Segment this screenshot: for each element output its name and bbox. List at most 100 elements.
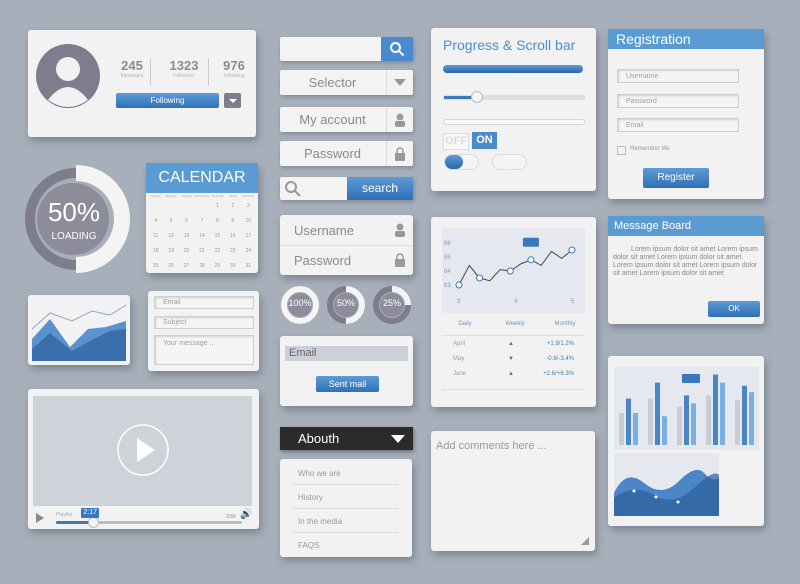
- following-button[interactable]: Following: [116, 93, 219, 108]
- calendar-day[interactable]: 2: [225, 203, 240, 209]
- about-menu-list: Who we are History In the media FAQS: [280, 459, 412, 557]
- weekday-label: Thursday: [211, 194, 224, 198]
- search-field-2[interactable]: search: [280, 177, 413, 200]
- contact-message-textarea[interactable]: Your message ...: [154, 335, 254, 365]
- slider-track[interactable]: [443, 95, 585, 100]
- mail-email-input[interactable]: Email: [285, 346, 408, 361]
- line-point[interactable]: [527, 256, 535, 264]
- calendar-day[interactable]: 15: [210, 233, 225, 239]
- calendar-day[interactable]: 21: [194, 248, 209, 254]
- contact-subject-input[interactable]: Subject: [154, 316, 254, 329]
- line-point[interactable]: [506, 267, 514, 275]
- calendar-day[interactable]: 12: [163, 233, 178, 239]
- line-point[interactable]: [568, 246, 576, 254]
- trend-up-icon: ▲: [508, 341, 514, 347]
- scrollbar-track[interactable]: [443, 119, 585, 125]
- calendar-day[interactable]: 27: [179, 263, 194, 269]
- play-icon[interactable]: [36, 513, 44, 523]
- stats-tab[interactable]: Daily: [445, 321, 485, 327]
- calendar-day[interactable]: 26: [163, 263, 178, 269]
- stats-tab[interactable]: Weekly: [495, 321, 535, 327]
- calendar-day[interactable]: 14: [194, 233, 209, 239]
- calendar-day[interactable]: 4: [148, 218, 163, 224]
- calendar-widget: CALENDAR Sunday Monday Tuesday Wednesday Thu…: [146, 163, 258, 273]
- line-chart-area: 86 85 84 83 3 4 5: [442, 228, 585, 313]
- calendar-day[interactable]: 30: [225, 263, 240, 269]
- slider-handle[interactable]: [471, 91, 483, 103]
- calendar-day[interactable]: 10: [241, 218, 256, 224]
- calendar-day[interactable]: 31: [241, 263, 256, 269]
- calendar-day[interactable]: 19: [163, 248, 178, 254]
- contact-email-input[interactable]: Email: [154, 296, 254, 309]
- volume-icon[interactable]: 🔊: [240, 509, 252, 520]
- about-menu-item[interactable]: In the media: [292, 511, 398, 533]
- bar-chart-card: [608, 356, 764, 526]
- progress-bar-track: [443, 65, 583, 73]
- line-point[interactable]: [455, 281, 463, 289]
- bar-tooltip: [682, 374, 700, 383]
- calendar-day[interactable]: 17: [241, 233, 256, 239]
- contact-form-card: Email Subject Your message ...: [148, 291, 259, 371]
- resize-handle-icon[interactable]: [581, 537, 589, 545]
- off-button[interactable]: OFF: [443, 133, 469, 150]
- follow-dropdown-button[interactable]: [224, 93, 241, 108]
- weekday-label: Wednesday: [194, 194, 210, 198]
- search-button[interactable]: [381, 37, 413, 61]
- calendar-day[interactable]: 16: [225, 233, 240, 239]
- search-field[interactable]: [280, 37, 413, 61]
- line-series: [458, 249, 573, 286]
- account-field[interactable]: My account: [280, 107, 413, 132]
- calendar-day[interactable]: 24: [241, 248, 256, 254]
- about-menu-item[interactable]: History: [292, 487, 398, 509]
- search-submit-button[interactable]: search: [347, 177, 413, 200]
- calendar-day[interactable]: 7: [194, 218, 209, 224]
- on-button[interactable]: ON: [472, 132, 497, 149]
- calendar-day[interactable]: 6: [179, 218, 194, 224]
- login-password-field[interactable]: Password: [280, 246, 413, 275]
- calendar-day[interactable]: 20: [179, 248, 194, 254]
- video-player: Playlist 2:17 3:56 🔊: [28, 389, 259, 529]
- password-field[interactable]: Password: [280, 141, 413, 166]
- registration-form: Registration Username Password Email Rem…: [608, 29, 764, 199]
- calendar-day[interactable]: 13: [179, 233, 194, 239]
- stats-tab[interactable]: Monthly: [545, 321, 585, 327]
- calendar-day[interactable]: 5: [163, 218, 178, 224]
- calendar-day[interactable]: 18: [148, 248, 163, 254]
- ok-button[interactable]: OK: [708, 301, 760, 317]
- comments-box[interactable]: Add comments here ...: [431, 431, 595, 551]
- calendar-day[interactable]: 29: [210, 263, 225, 269]
- play-circle-icon[interactable]: [116, 423, 170, 477]
- calendar-day[interactable]: 28: [194, 263, 209, 269]
- weekday-row: Sunday Monday Tuesday Wednesday Thursday Frid…: [148, 194, 256, 198]
- selector-arrow[interactable]: [386, 70, 413, 95]
- calendar-day[interactable]: 8: [210, 218, 225, 224]
- video-progress-track[interactable]: [56, 521, 242, 524]
- selector-dropdown[interactable]: Selector: [280, 70, 413, 95]
- chevron-down-icon: [228, 98, 237, 103]
- login-username-field[interactable]: Username: [280, 215, 413, 246]
- registration-email-input[interactable]: Email: [617, 118, 739, 132]
- calendar-day[interactable]: 3: [241, 203, 256, 209]
- remember-me-checkbox[interactable]: [617, 146, 626, 155]
- sent-mail-button[interactable]: Sent mail: [316, 376, 379, 392]
- calendar-day[interactable]: 22: [210, 248, 225, 254]
- calendar-day[interactable]: 23: [225, 248, 240, 254]
- calendar-day[interactable]: 9: [225, 218, 240, 224]
- video-scrub-handle[interactable]: [88, 517, 100, 528]
- toggle-switch-off[interactable]: [492, 154, 527, 170]
- about-menu-item[interactable]: FAQS: [292, 535, 398, 557]
- registration-password-input[interactable]: Password: [617, 94, 739, 108]
- registration-username-input[interactable]: Username: [617, 69, 739, 83]
- calendar-day[interactable]: 11: [148, 233, 163, 239]
- search-icon: [285, 181, 301, 197]
- chevron-down-icon: [391, 435, 405, 443]
- toggle-switch-on[interactable]: [444, 154, 479, 170]
- y-tick-label: 83: [444, 283, 451, 289]
- about-dropdown[interactable]: Abouth: [280, 427, 413, 450]
- line-point[interactable]: [476, 274, 484, 282]
- bar: [742, 385, 747, 445]
- about-menu-item[interactable]: Who we are: [292, 463, 398, 485]
- calendar-day[interactable]: 1: [210, 203, 225, 209]
- calendar-day[interactable]: 25: [148, 263, 163, 269]
- register-button[interactable]: Register: [643, 168, 709, 188]
